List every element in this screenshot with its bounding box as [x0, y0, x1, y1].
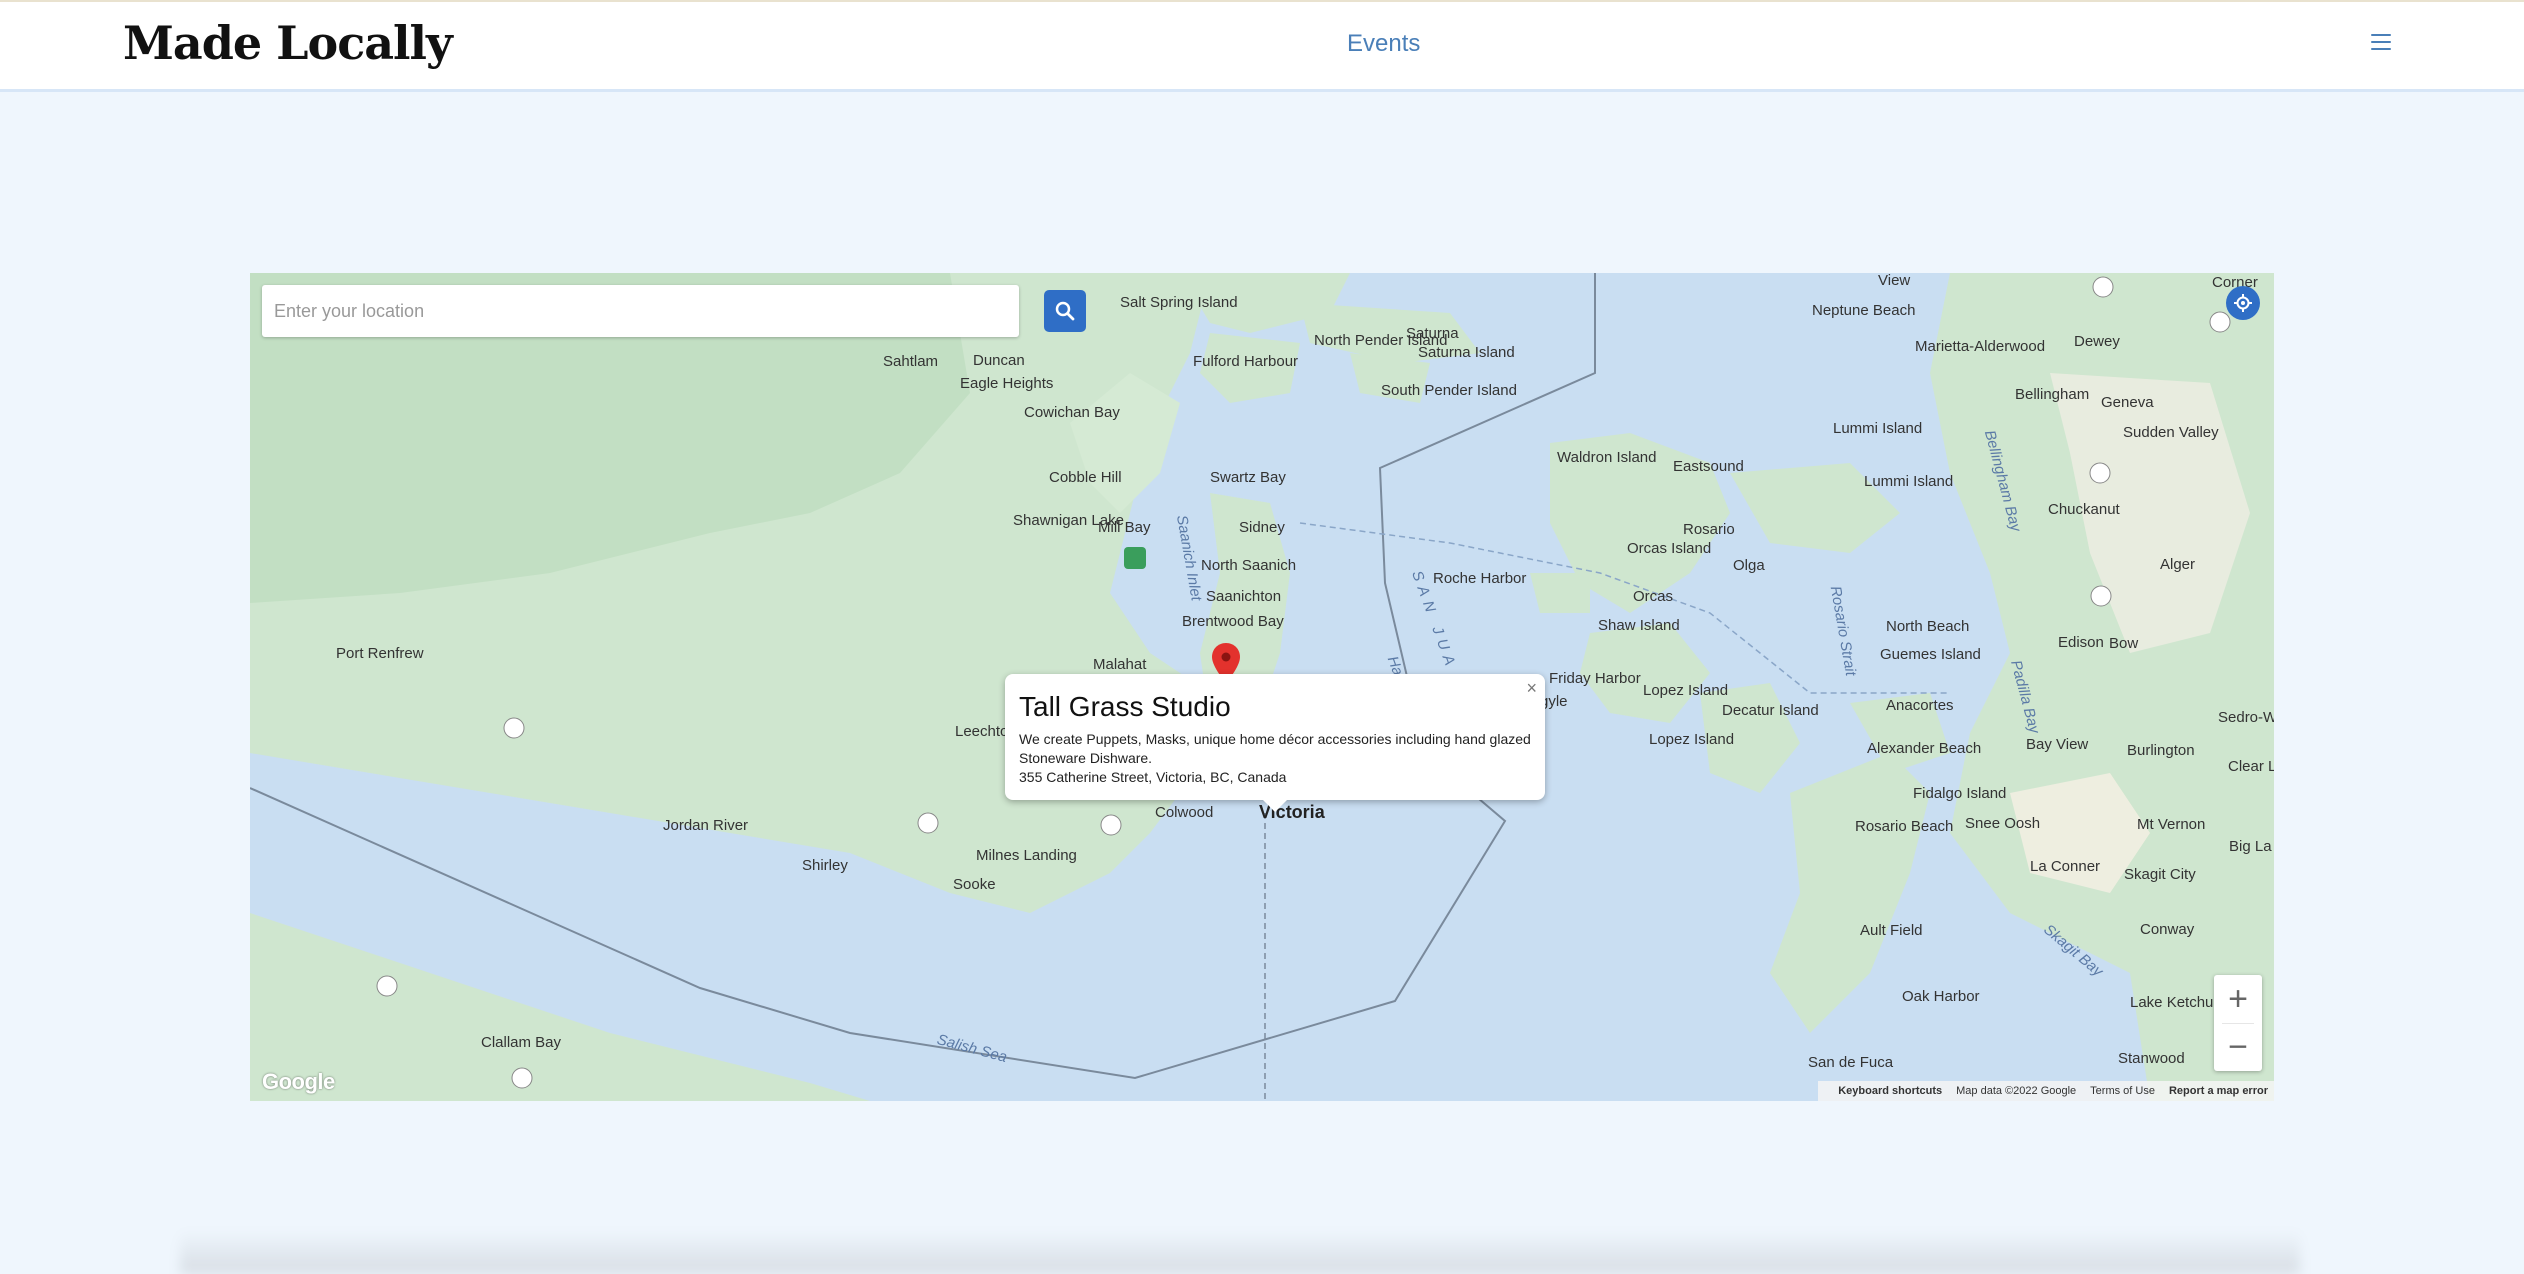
map-label: Duncan: [973, 352, 1025, 369]
map-label: Saturna: [1406, 325, 1459, 342]
map-label: Lake Ketchum: [2130, 994, 2226, 1011]
zoom-out-button[interactable]: −: [2214, 1024, 2262, 1071]
search-button[interactable]: [1044, 290, 1086, 332]
map-label: Saanichton: [1206, 588, 1282, 605]
map-label: Sedro-W: [2218, 709, 2274, 726]
map-label: Clear L: [2228, 758, 2274, 775]
google-logo[interactable]: Google: [262, 1069, 335, 1095]
map-label: Sooke: [953, 876, 996, 893]
info-window-title: Tall Grass Studio: [1019, 691, 1231, 722]
info-window-description: We create Puppets, Masks, unique home dé…: [1019, 731, 1531, 766]
map-label: Decatur Island: [1722, 702, 1819, 719]
map-label: Guemes Island: [1880, 646, 1981, 663]
location-search-input[interactable]: [262, 285, 1019, 337]
map-label: Mill Bay: [1098, 519, 1151, 536]
map-label: Bellingham: [2015, 386, 2090, 403]
search-icon: [1055, 301, 1075, 321]
map-label: Lummi Island: [1833, 420, 1923, 437]
map-label: Rosario: [1683, 521, 1735, 538]
map-label: Colwood: [1155, 804, 1214, 821]
map-label: Friday Harbor: [1549, 670, 1641, 687]
close-icon[interactable]: ×: [1526, 678, 1537, 699]
map-label: Fulford Harbour: [1193, 353, 1299, 370]
map-label: Stanwood: [2118, 1050, 2185, 1067]
map-label: North Saanich: [1201, 557, 1297, 574]
site-brand[interactable]: Made Locally: [123, 16, 453, 70]
map-label: Jordan River: [663, 817, 749, 834]
map-label: Shirley: [802, 857, 848, 874]
map-label: Conway: [2140, 921, 2195, 938]
map-label: Edison: [2058, 634, 2104, 651]
report-error-link[interactable]: Report a map error: [2169, 1085, 2268, 1097]
map-label: Cobble Hill: [1049, 469, 1122, 486]
map-label: Salt Spring Island: [1120, 294, 1238, 311]
map-label: San de Fuca: [1808, 1054, 1894, 1071]
map-label: Oak Harbor: [1902, 988, 1980, 1005]
map-label: Swartz Bay: [1210, 469, 1286, 486]
crosshair-icon: [2234, 294, 2252, 312]
site-header: Made Locally Events: [0, 0, 2524, 92]
map-label: Waldron Island: [1557, 449, 1657, 466]
map-label: Olga: [1733, 557, 1765, 574]
map-label: Orcas Island: [1627, 540, 1712, 557]
map-label: Anacortes: [1886, 697, 1954, 714]
map-label: View: [1878, 273, 1911, 289]
map-label: Lopez Island: [1643, 682, 1729, 699]
map-label: Skagit City: [2124, 866, 2196, 883]
map-label: Eastsound: [1673, 458, 1744, 475]
map-label: Clallam Bay: [481, 1034, 562, 1051]
map-label: Burlington: [2127, 742, 2195, 759]
map-label: Geneva: [2101, 394, 2154, 411]
map-label: Brentwood Bay: [1182, 613, 1284, 630]
map-label: Chuckanut: [2048, 501, 2120, 518]
map-label: Mt Vernon: [2137, 816, 2206, 833]
map-label: Milnes Landing: [976, 847, 1077, 864]
map-label: Malahat: [1093, 656, 1147, 673]
map-label: Alexander Beach: [1867, 740, 1982, 757]
map-label: Bay View: [2026, 736, 2089, 753]
map-label: Roche Harbor: [1433, 570, 1527, 587]
map-data-text: Map data ©2022 Google: [1956, 1085, 2077, 1097]
map-label: South Pender Island: [1381, 382, 1517, 399]
map-label: Bow: [2109, 635, 2139, 652]
map-label: Dewey: [2074, 333, 2120, 350]
terms-link[interactable]: Terms of Use: [2090, 1085, 2155, 1097]
map-label: Saturna Island: [1418, 344, 1515, 361]
map-label: Rosario Beach: [1855, 818, 1954, 835]
map-label: Ault Field: [1860, 922, 1923, 939]
map-label: North Beach: [1886, 618, 1970, 635]
map-label: Port Renfrew: [336, 645, 424, 662]
map-label: Sudden Valley: [2123, 424, 2219, 441]
map-label: Shaw Island: [1598, 617, 1680, 634]
locate-me-button[interactable]: [2226, 286, 2260, 320]
map-label: Fidalgo Island: [1913, 785, 2007, 802]
map-label: Lummi Island: [1864, 473, 1954, 490]
map-label: Big La: [2229, 838, 2272, 855]
map-label: Lopez Island: [1649, 731, 1735, 748]
map-label: Sidney: [1239, 519, 1285, 536]
map-label: Orcas: [1633, 588, 1674, 605]
map-label: Marietta-Alderwood: [1915, 338, 2046, 355]
info-window-address: 355 Catherine Street, Victoria, BC, Cana…: [1019, 769, 1287, 785]
info-window: × Tall Grass Studio We create Puppets, M…: [1005, 674, 1545, 812]
map-label: La Conner: [2030, 858, 2101, 875]
zoom-controls: + −: [2214, 975, 2262, 1071]
zoom-in-button[interactable]: +: [2214, 975, 2262, 1023]
map-label: Snee Oosh: [1965, 815, 2041, 832]
map-label: Eagle Heights: [960, 375, 1054, 392]
map-label: Sahtlam: [883, 353, 939, 370]
keyboard-shortcuts-link[interactable]: Keyboard shortcuts: [1838, 1085, 1942, 1097]
map-container[interactable]: Salt Spring Island Sahtlam Duncan Eagle …: [250, 273, 2274, 1101]
map-attribution-bar: Keyboard shortcuts Map data ©2022 Google…: [1818, 1081, 2274, 1101]
map-label: Cowichan Bay: [1024, 404, 1120, 421]
map-label: Neptune Beach: [1812, 302, 1916, 319]
map-label: Alger: [2160, 556, 2196, 573]
hamburger-menu-icon[interactable]: [2371, 34, 2391, 50]
bottom-shadow: [180, 1230, 2300, 1274]
nav-events-link[interactable]: Events: [1347, 30, 1420, 58]
